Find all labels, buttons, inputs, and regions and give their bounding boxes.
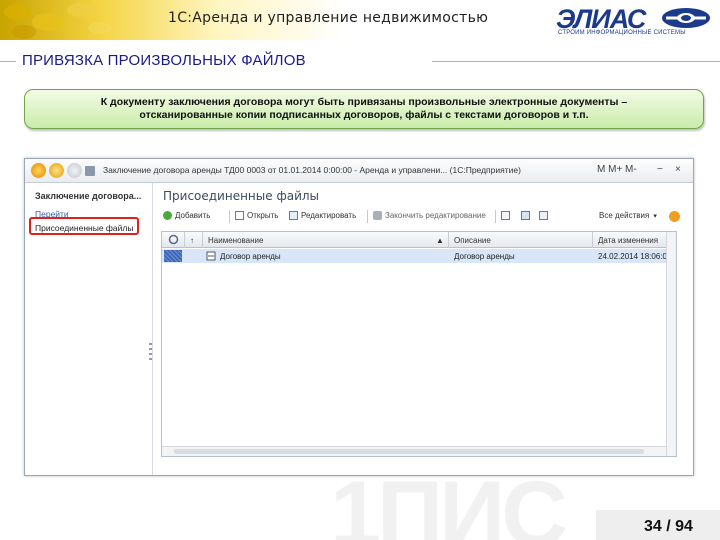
help-icon (669, 211, 680, 222)
close-icon[interactable]: × (675, 164, 681, 175)
edit-icon (289, 211, 298, 220)
callout-line-2: отсканированные копии подписанных догово… (139, 109, 589, 121)
nav-pane-header: Заключение договора... (35, 191, 142, 201)
help-button[interactable] (669, 211, 683, 222)
column-divider (184, 232, 185, 248)
logo-tagline: СТРОИМ ИНФОРМАЦИОННЫЕ СИСТЕМЫ (558, 30, 686, 36)
add-button-label: Добавить (175, 211, 211, 220)
scan-button[interactable] (539, 211, 551, 220)
pane-splitter[interactable] (149, 343, 152, 363)
file-type-icon (206, 251, 216, 263)
app-window: Заключение договора аренды ТД00 0003 от … (24, 158, 694, 476)
toolbar-separator (495, 210, 496, 223)
logo-swoosh-icon (662, 8, 710, 28)
column-header-name[interactable]: Наименование (208, 236, 263, 245)
navigation-pane: Заключение договора... Перейти Присоедин… (25, 183, 153, 475)
files-table: ↑ Наименование ▲ Описание Дата изменения… (161, 231, 677, 457)
column-header-date[interactable]: Дата изменения (598, 236, 658, 245)
column-divider (448, 232, 449, 248)
print-button[interactable] (521, 211, 533, 220)
slide-header: 1С:Аренда и управление недвижимостью ЭЛИ… (0, 0, 720, 40)
window-titlebar: Заключение договора аренды ТД00 0003 от … (25, 159, 693, 183)
column-header-description[interactable]: Описание (454, 236, 491, 245)
page-number: 34 / 94 (644, 518, 693, 535)
table-header: ↑ Наименование ▲ Описание Дата изменения (162, 232, 676, 248)
form-toolbar: Добавить Открыть Редактировать Закончить… (161, 209, 687, 225)
finish-editing-button[interactable]: Закончить редактирование (373, 211, 486, 220)
dropdown-arrow-icon: ▾ (653, 212, 657, 220)
info-callout: К документу заключения договора могут бы… (24, 89, 704, 129)
refresh-icon[interactable] (168, 234, 179, 247)
add-button[interactable]: Добавить (163, 211, 210, 220)
print-icon (521, 211, 530, 220)
save-file-button[interactable] (501, 211, 513, 220)
finish-editing-icon (373, 211, 382, 220)
cell-date: 24.02.2014 18:06:0 (598, 252, 667, 261)
open-icon (235, 211, 244, 220)
vertical-scrollbar[interactable] (666, 232, 676, 456)
scan-icon (539, 211, 548, 220)
forward-icon[interactable] (67, 163, 82, 178)
table-row[interactable]: Договор аренды Договор аренды 24.02.2014… (162, 249, 676, 263)
all-actions-label: Все действия (599, 211, 650, 220)
open-button-label: Открыть (247, 211, 279, 220)
save-file-icon (501, 211, 510, 220)
open-button[interactable]: Открыть (235, 211, 278, 220)
page-number-box: 34 / 94 (596, 510, 720, 540)
attachment-column-icon: ↑ (190, 236, 194, 245)
finish-editing-label: Закончить редактирование (385, 211, 486, 220)
add-icon (163, 211, 172, 220)
back-icon[interactable] (49, 163, 64, 178)
cell-description: Договор аренды (454, 252, 515, 261)
row-selection-marker (164, 250, 182, 262)
edit-button-label: Редактировать (301, 211, 357, 220)
column-divider (202, 232, 203, 248)
sort-arrow-icon: ▲ (436, 236, 444, 245)
slide: 1С:Аренда и управление недвижимостью ЭЛИ… (0, 0, 720, 540)
title-rule-left (0, 61, 16, 62)
all-actions-menu[interactable]: Все действия ▾ (599, 211, 657, 220)
form-title: Присоединенные файлы (163, 189, 320, 203)
callout-line-1: К документу заключения договора могут бы… (100, 96, 628, 108)
section-title: ПРИВЯЗКА ПРОИЗВОЛЬНЫХ ФАЙЛОВ (22, 52, 306, 69)
company-logo: ЭЛИАС СТРОИМ ИНФОРМАЦИОННЫЕ СИСТЕМЫ (554, 4, 712, 38)
background-watermark: 1ПИС (330, 463, 568, 540)
title-rule-right (432, 61, 720, 62)
toolbar-separator (229, 210, 230, 223)
column-divider (592, 232, 593, 248)
app-menu-icon[interactable] (31, 163, 46, 178)
attached-files-form: Присоединенные файлы Добавить Открыть Ре… (155, 183, 693, 475)
cell-name: Договор аренды (220, 252, 281, 261)
minimize-icon[interactable]: − (657, 164, 663, 175)
app-title: 1С:Аренда и управление недвижимостью (168, 10, 489, 26)
memory-buttons[interactable]: M M+ M- (597, 164, 637, 175)
edit-button[interactable]: Редактировать (289, 211, 356, 220)
coins-decoration-icon (4, 3, 112, 39)
window-title: Заключение договора аренды ТД00 0003 от … (103, 165, 521, 175)
horizontal-scrollbar[interactable] (162, 446, 666, 456)
scrollbar-thumb[interactable] (174, 449, 644, 454)
window-menu-icon[interactable] (85, 166, 95, 176)
nav-item-attached-files[interactable]: Присоединенные файлы (35, 223, 133, 233)
toolbar-separator (367, 210, 368, 223)
